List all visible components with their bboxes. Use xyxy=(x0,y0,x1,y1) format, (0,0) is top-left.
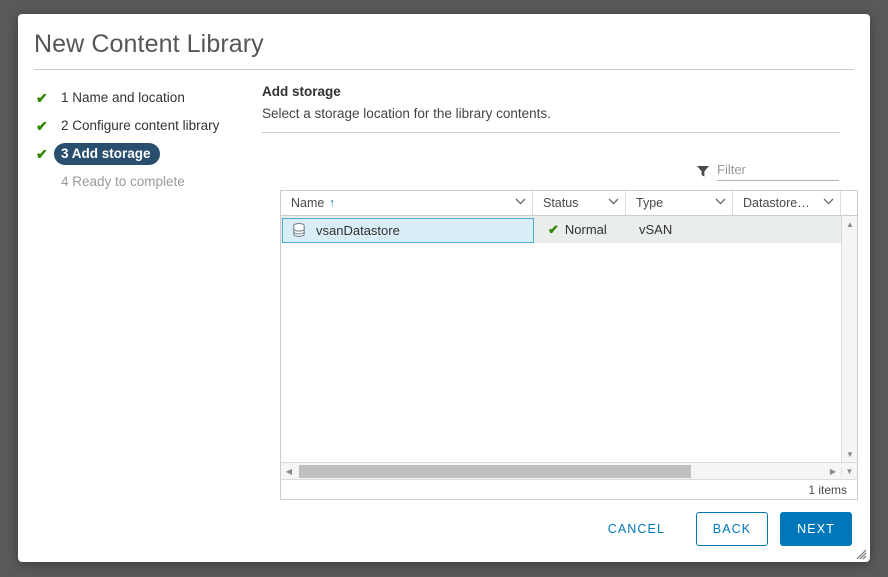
cancel-button[interactable]: CANCEL xyxy=(593,512,680,546)
column-header-status[interactable]: Status xyxy=(533,191,626,215)
wizard-step-name-and-location[interactable]: ✔ 1 Name and location xyxy=(34,86,264,109)
scroll-down-arrow-icon[interactable]: ▼ xyxy=(842,446,858,462)
column-header-type[interactable]: Type xyxy=(626,191,733,215)
step-check-icon: ✔ xyxy=(36,117,48,134)
item-count-label: 1 items xyxy=(808,482,847,497)
new-content-library-dialog: New Content Library ✔ 1 Name and locatio… xyxy=(18,14,870,562)
chevron-down-icon[interactable] xyxy=(819,198,834,208)
sort-ascending-icon: ↑ xyxy=(329,197,335,209)
pane-header: Add storage Select a storage location fo… xyxy=(262,84,854,133)
pane-description: Select a storage location for the librar… xyxy=(262,106,551,121)
scroll-up-arrow-icon[interactable]: ▲ xyxy=(842,216,858,232)
wizard-step-configure-content-library[interactable]: ✔ 2 Configure content library xyxy=(34,114,264,137)
back-button[interactable]: BACK xyxy=(696,512,768,546)
cell-name-text: vsanDatastore xyxy=(316,222,400,238)
filter-funnel-icon[interactable] xyxy=(695,163,711,179)
chevron-down-icon[interactable] xyxy=(711,198,726,208)
table-row[interactable]: vsanDatastore ✔ Normal vSAN xyxy=(281,216,857,243)
filter-row xyxy=(262,162,840,181)
column-header-label: Status xyxy=(543,196,579,210)
horizontal-scrollbar[interactable]: ◀ ▶ ▼ xyxy=(281,462,857,479)
cell-name[interactable]: vsanDatastore xyxy=(282,217,534,243)
scroll-right-arrow-icon[interactable]: ▶ xyxy=(825,467,841,476)
datastore-table: Name ↑ Status Type Datastore… vsanDatast… xyxy=(280,190,858,500)
vertical-scrollbar[interactable]: ▲ ▼ xyxy=(841,216,857,462)
cell-type: vSAN xyxy=(639,222,673,237)
status-normal-check-icon: ✔ xyxy=(548,221,559,237)
datastore-icon xyxy=(291,222,307,238)
scroll-left-arrow-icon[interactable]: ◀ xyxy=(281,467,297,476)
scroll-corner-arrow-icon[interactable]: ▼ xyxy=(841,466,857,476)
column-header-label: Name xyxy=(291,196,325,210)
pane-divider xyxy=(262,132,840,133)
next-button[interactable]: NEXT xyxy=(780,512,852,546)
title-divider xyxy=(34,69,854,70)
table-header-row: Name ↑ Status Type Datastore… xyxy=(281,191,857,216)
horizontal-scroll-thumb[interactable] xyxy=(299,464,691,478)
pane-heading: Add storage xyxy=(262,84,341,99)
wizard-step-label: 4 Ready to complete xyxy=(61,173,185,189)
column-header-name[interactable]: Name ↑ xyxy=(281,191,533,215)
dialog-title: New Content Library xyxy=(34,30,264,58)
horizontal-scroll-track[interactable] xyxy=(297,463,825,480)
wizard-step-add-storage[interactable]: ✔ 3 Add storage xyxy=(34,142,264,165)
table-footer: 1 items xyxy=(281,479,857,499)
column-header-label: Type xyxy=(636,196,664,210)
step-check-icon: ✔ xyxy=(36,145,48,162)
cell-datastore-cluster xyxy=(734,216,842,243)
filter-box xyxy=(695,162,840,181)
column-header-label: Datastore… xyxy=(743,196,810,210)
dialog-footer: CANCEL BACK NEXT xyxy=(18,512,870,546)
wizard-step-label: 3 Add storage xyxy=(54,142,160,165)
wizard-step-label: 2 Configure content library xyxy=(61,117,220,133)
cell-status: ✔ Normal xyxy=(534,216,627,243)
chevron-down-icon[interactable] xyxy=(511,198,526,208)
wizard-steps: ✔ 1 Name and location ✔ 2 Configure cont… xyxy=(34,86,264,198)
table-body: vsanDatastore ✔ Normal vSAN ▲ ▼ xyxy=(281,216,857,462)
resize-grip-icon[interactable] xyxy=(855,547,867,560)
wizard-step-label: 1 Name and location xyxy=(61,89,185,105)
chevron-down-icon[interactable] xyxy=(604,198,619,208)
wizard-step-ready-to-complete[interactable]: 4 Ready to complete xyxy=(34,170,264,193)
column-header-spacer xyxy=(841,191,857,215)
dialog-header: New Content Library xyxy=(34,30,854,70)
column-header-datastore-cluster[interactable]: Datastore… xyxy=(733,191,841,215)
cell-status-text: Normal xyxy=(564,222,607,237)
filter-input[interactable] xyxy=(717,162,839,181)
step-check-icon: ✔ xyxy=(36,89,48,106)
